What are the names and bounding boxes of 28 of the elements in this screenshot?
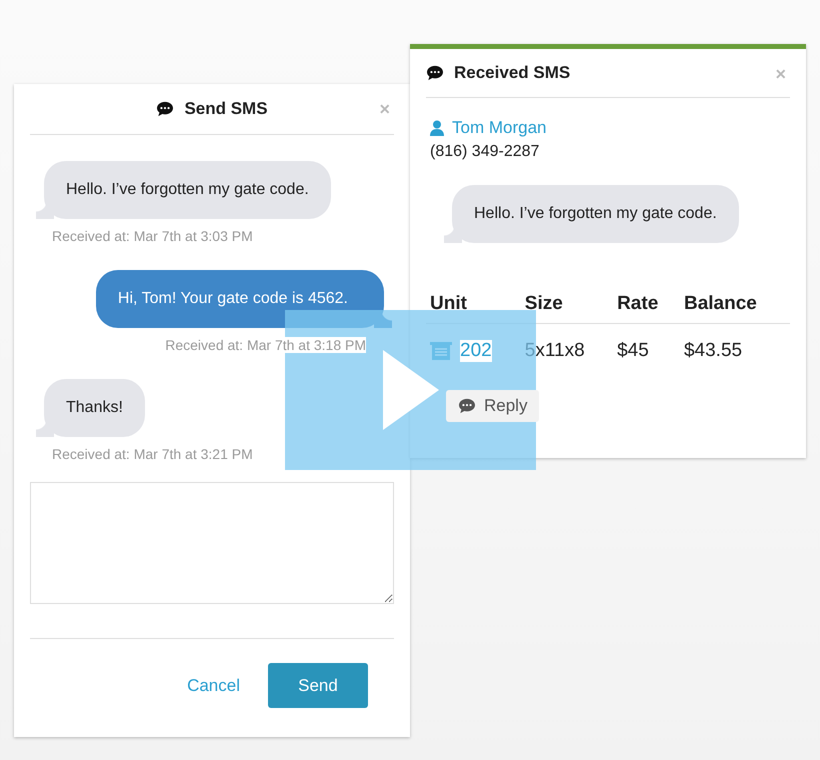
close-button[interactable]: ×: [379, 100, 390, 118]
chat-icon: [156, 101, 174, 117]
chat-icon: [458, 398, 476, 414]
panel-title: Send SMS: [184, 99, 268, 119]
panel-title: Received SMS: [454, 63, 570, 83]
table-cell: $43.55: [680, 324, 790, 378]
unit-link[interactable]: 202: [460, 340, 492, 362]
message-input[interactable]: [30, 482, 394, 604]
table-cell: $45: [613, 324, 680, 378]
play-icon: [382, 350, 438, 430]
timestamp: Received at: Mar 7th at 3:03 PM: [52, 228, 253, 244]
chat-icon: [426, 65, 444, 81]
timestamp: Received at: Mar 7th at 3:21 PM: [52, 446, 253, 462]
message-bubble: Hi, Tom! Your gate code is 4562.: [96, 270, 392, 328]
send-button[interactable]: Send: [268, 663, 368, 708]
timestamp: Received at: Mar 7th at 3:18 PM: [165, 337, 366, 353]
contact-name[interactable]: Tom Morgan: [452, 118, 546, 138]
phone-number: (816) 349-2287: [430, 143, 540, 161]
table-cell: 5x11x8: [520, 324, 614, 378]
column-header: Balance: [680, 285, 790, 324]
reply-button[interactable]: Reply: [446, 390, 540, 422]
message-bubble: Thanks!: [36, 379, 145, 437]
message-bubble: Hello. I’ve forgotten my gate code.: [444, 185, 739, 243]
column-header: Rate: [613, 285, 680, 324]
message-bubble: Hello. I’ve forgotten my gate code.: [36, 161, 331, 219]
person-icon: [430, 120, 444, 136]
close-button[interactable]: ×: [775, 65, 786, 83]
cancel-button[interactable]: Cancel: [181, 674, 246, 696]
